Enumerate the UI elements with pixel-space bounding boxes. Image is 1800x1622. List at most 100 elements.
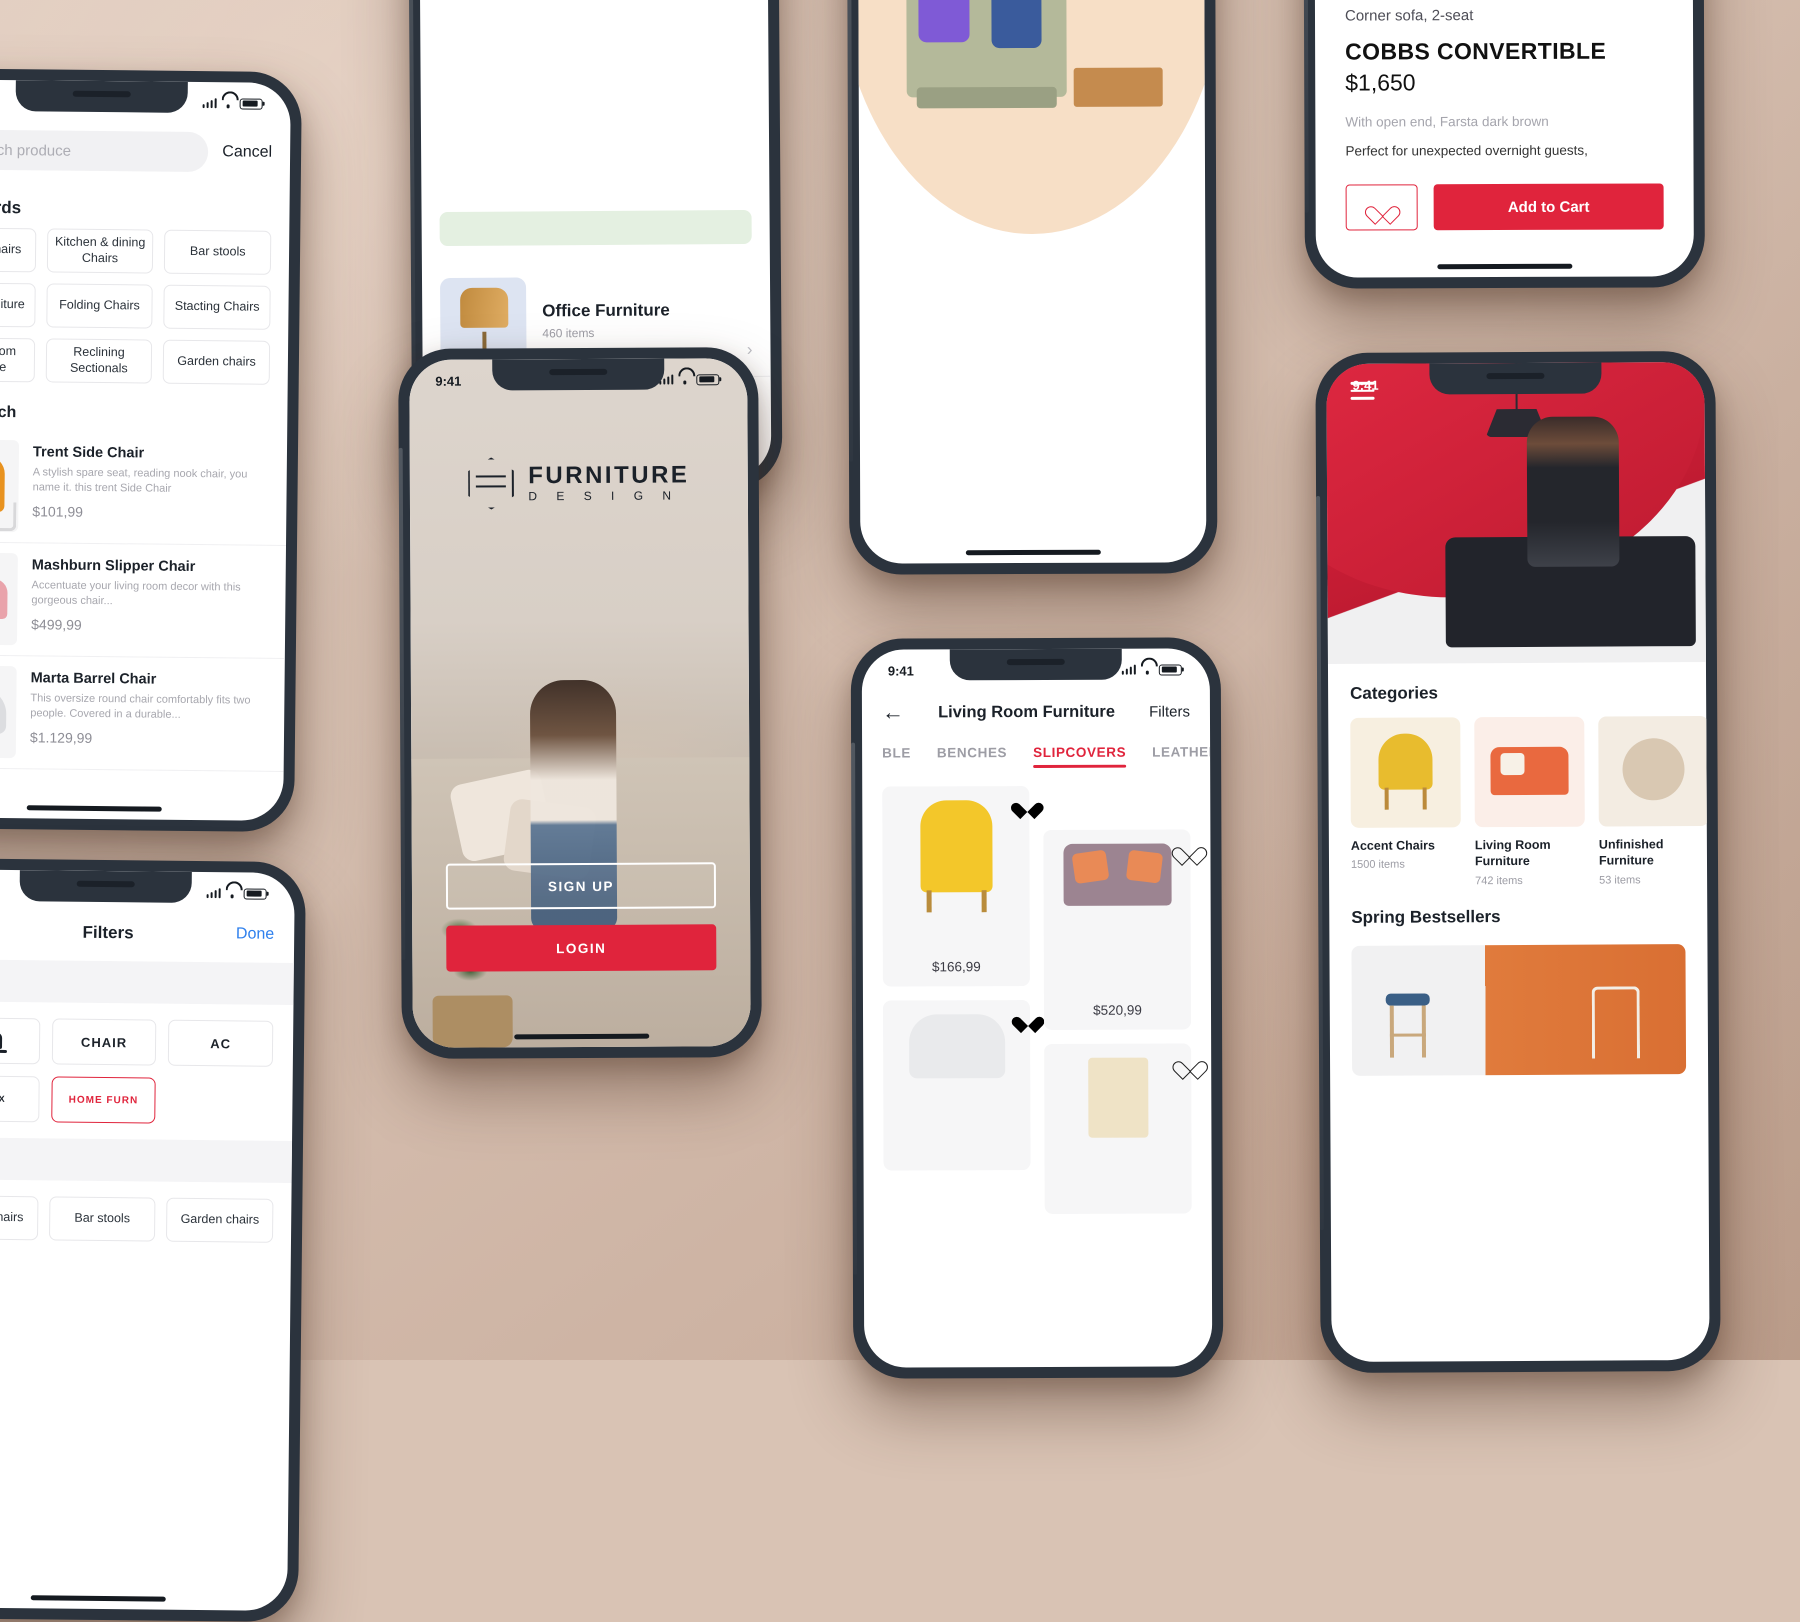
done-button[interactable]: Done xyxy=(236,925,274,943)
product-card[interactable]: $166,99 xyxy=(882,786,1030,987)
grey-chair-icon xyxy=(0,687,7,735)
brand-option-chair[interactable]: CHAIR xyxy=(51,1018,157,1066)
search-result-row[interactable]: Marta Barrel Chair This oversize round c… xyxy=(0,655,285,772)
white-chair-icon xyxy=(1591,985,1641,1059)
person-illustration xyxy=(927,0,963,10)
category-chip[interactable]: Bar stools xyxy=(48,1196,156,1242)
search-result-row[interactable]: Mashburn Slipper Chair Accentuate your l… xyxy=(0,542,287,659)
signal-icon xyxy=(1121,664,1137,675)
keyword-chip[interactable]: Living Room Furniture xyxy=(0,337,35,383)
phone-mockup-home: Categories Accent Chairs 1500 items Livi… xyxy=(1315,350,1721,1374)
keyword-chip[interactable]: Folding Chairs xyxy=(45,283,154,329)
category-info: Office Furniture 460 items xyxy=(542,300,731,340)
back-arrow-icon[interactable]: ← xyxy=(882,699,904,725)
screen-search: :41 Search produce Cancel t Keywords Acc… xyxy=(0,79,291,821)
battery-icon xyxy=(696,373,720,385)
keyword-chip-list: Accent Chairs Kitchen & dining Chairs Ba… xyxy=(0,227,289,385)
keyword-chip[interactable]: Reclining Sectionals xyxy=(45,338,153,384)
brand-option-furncom[interactable] xyxy=(0,1017,40,1065)
search-input[interactable]: Search produce xyxy=(0,129,209,173)
bestsellers-banner[interactable] xyxy=(1351,943,1687,1076)
keyword-chip[interactable]: Office Furniture xyxy=(0,282,36,328)
category-thumbnail xyxy=(1350,717,1461,828)
beige-furniture-icon xyxy=(1087,1057,1148,1138)
brand-label: HOME FURN xyxy=(68,1094,139,1106)
screen-product-detail: Corner sofa, 2-seat COBBS CONVERTIBLE $1… xyxy=(1314,0,1694,278)
phone-mockup-login: 9:41 FURNITURE D E S I G N SIGN UP LOGIN xyxy=(398,347,762,1059)
screen-listing: 9:41 ← Living Room Furniture Filters BLE… xyxy=(861,648,1213,1368)
product-thumbnail xyxy=(0,665,17,759)
status-indicators xyxy=(206,887,269,900)
category-chip[interactable]: Accent Chairs xyxy=(0,1195,39,1241)
category-count: 1500 items xyxy=(1350,858,1405,872)
listing-navbar: ← Living Room Furniture Filters xyxy=(862,684,1210,741)
status-indicators xyxy=(202,97,265,110)
search-result-row[interactable]: Trent Side Chair A stylish spare seat, r… xyxy=(0,429,288,546)
tab-ble[interactable]: BLE xyxy=(882,745,911,768)
product-detail-content: Corner sofa, 2-seat COBBS CONVERTIBLE $1… xyxy=(1314,0,1694,278)
phone-notch xyxy=(492,358,665,391)
tab-benches[interactable]: BENCHES xyxy=(937,745,1007,768)
battery-icon xyxy=(243,887,267,900)
home-category-accent-chairs[interactable]: Accent Chairs 1500 items xyxy=(1350,717,1461,887)
speaker-grille xyxy=(76,880,135,888)
product-subtitle: Corner sofa, 2-seat xyxy=(1344,7,1474,25)
category-name: Living Room Furniture xyxy=(1474,837,1551,869)
phone-mockup-onboarding: Office Furniture Lorem ipsum dolor sit a… xyxy=(846,0,1218,575)
product-price: $1,650 xyxy=(1345,69,1416,96)
office-chair-icon xyxy=(460,287,509,328)
product-info-block: Corner sofa, 2-seat COBBS CONVERTIBLE $1… xyxy=(1315,0,1694,231)
screen-login: 9:41 FURNITURE D E S I G N SIGN UP LOGIN xyxy=(409,358,751,1048)
favorite-button[interactable] xyxy=(1345,184,1418,231)
product-card[interactable] xyxy=(1044,1043,1192,1214)
add-to-cart-button[interactable]: Add to Cart xyxy=(1433,183,1664,231)
categories-section-heading: tegories xyxy=(0,1137,293,1183)
phone-mockup-search: :41 Search produce Cancel t Keywords Acc… xyxy=(0,67,302,833)
brand-option-paktex[interactable]: PAKTEX xyxy=(0,1075,40,1123)
keyword-chip[interactable]: Garden chairs xyxy=(163,339,271,385)
battery-icon xyxy=(239,97,263,110)
keyword-chip[interactable]: Accent Chairs xyxy=(0,227,36,273)
product-info: Marta Barrel Chair This oversize round c… xyxy=(30,666,267,760)
cancel-button[interactable]: Cancel xyxy=(222,143,272,162)
product-description: Perfect for unexpected overnight guests, xyxy=(1345,142,1588,159)
category-count: 460 items xyxy=(542,325,595,340)
product-title: Trent Side Chair xyxy=(32,444,145,462)
bestsellers-heading: Spring Bestsellers xyxy=(1351,906,1501,927)
brand-option-ac[interactable]: AC xyxy=(168,1019,274,1067)
product-info: Trent Side Chair A stylish spare seat, r… xyxy=(32,440,269,534)
keyword-chip[interactable]: Kitchen & dining Chairs xyxy=(46,228,154,274)
filters-button[interactable]: Filters xyxy=(1149,703,1190,720)
speaker-grille xyxy=(1006,658,1065,666)
home-indicator xyxy=(1437,263,1573,270)
category-count: 53 items xyxy=(1599,873,1641,887)
product-description: This oversize round chair comfortably fi… xyxy=(30,692,251,722)
home-content: Categories Accent Chairs 1500 items Livi… xyxy=(1326,362,1709,1362)
phone-mockup-listing: 9:41 ← Living Room Furniture Filters BLE… xyxy=(850,637,1224,1379)
keyword-chip[interactable]: Bar stools xyxy=(164,229,272,275)
category-chip[interactable]: Garden chairs xyxy=(166,1197,274,1243)
product-title: COBBS CONVERTIBLE xyxy=(1345,37,1607,65)
signup-button[interactable]: SIGN UP xyxy=(445,862,717,910)
product-card[interactable]: $520,99 xyxy=(1043,829,1192,1030)
phone-notch xyxy=(15,80,188,113)
brand-option-home-furn[interactable]: HOME FURN xyxy=(50,1076,157,1124)
speaker-grille xyxy=(1486,372,1545,380)
keyword-chip[interactable]: Stacting Chairs xyxy=(163,284,271,330)
wifi-icon xyxy=(678,374,691,384)
product-card[interactable] xyxy=(882,1000,1031,1171)
status-indicators xyxy=(1121,663,1184,676)
model-photo xyxy=(1526,416,1620,567)
onboarding-illustration xyxy=(857,0,1206,264)
status-indicators xyxy=(659,373,722,385)
wifi-icon xyxy=(226,888,239,898)
home-hero xyxy=(1326,362,1706,664)
orange-chair-icon xyxy=(0,455,5,513)
home-category-unfinished[interactable]: Unfinished Furniture 53 items xyxy=(1598,716,1709,886)
white-sofa-icon xyxy=(908,1014,1005,1079)
tab-leather-furniture[interactable]: LEATHER FURN xyxy=(1152,744,1210,767)
login-button[interactable]: LOGIN xyxy=(446,924,717,972)
tab-slipcovers[interactable]: SLIPCOVERS xyxy=(1033,745,1126,768)
brand-logo: FURNITURE D E S I G N xyxy=(410,456,748,510)
home-category-living-room[interactable]: Living Room Furniture 742 items xyxy=(1474,716,1585,887)
